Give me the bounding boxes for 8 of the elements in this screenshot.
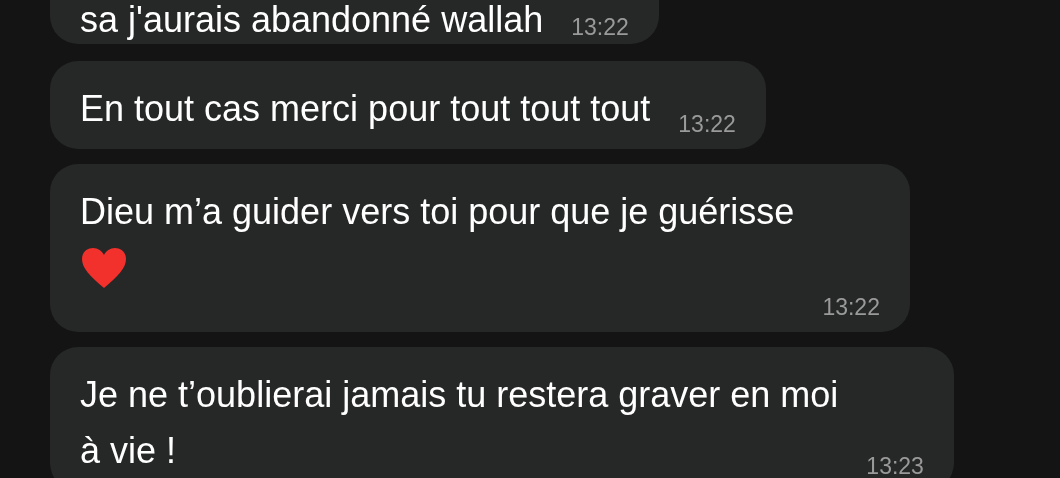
message-text: En tout cas merci pour tout tout tout	[80, 87, 651, 131]
message-time: 13:22	[821, 294, 880, 320]
message-text: sa j'aurais abandonné wallah	[80, 0, 544, 40]
message-time: 13:22	[677, 111, 736, 137]
message-text: Dieu m’a guider vers toi pour que je guérisse	[80, 190, 795, 234]
message-time: 13:22	[570, 14, 629, 40]
message-text: Je ne t’oublierai jamais tu restera graver en moi à vie !	[80, 373, 839, 473]
message-time: 13:23	[865, 453, 924, 478]
